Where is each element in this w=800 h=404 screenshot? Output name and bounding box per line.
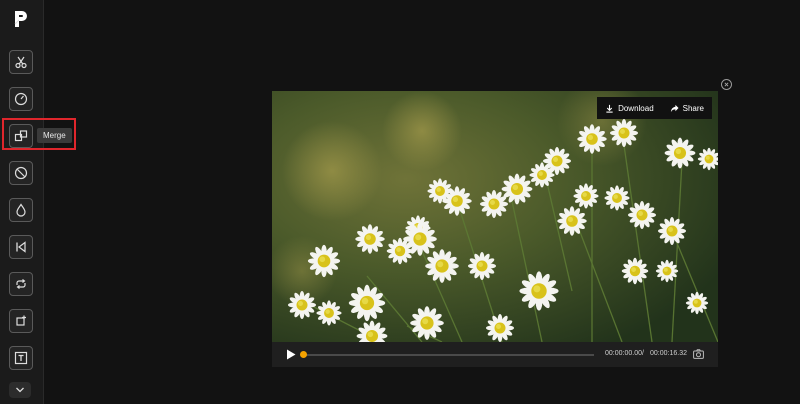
more-tools-button[interactable] — [9, 382, 31, 398]
download-icon — [606, 104, 613, 113]
share-label: Share — [682, 103, 704, 113]
app-logo-icon[interactable] — [10, 8, 32, 30]
crop-tool-button[interactable] — [9, 309, 33, 333]
close-button[interactable] — [721, 79, 732, 90]
player-controls: 00:00:00.00 / 00:00:16.32 — [272, 342, 718, 367]
video-frame[interactable] — [272, 91, 718, 342]
current-time: 00:00:00.00 — [605, 350, 642, 357]
chevron-down-icon — [16, 387, 24, 393]
player-action-bar: Download Share — [597, 97, 712, 119]
reverse-icon — [16, 241, 26, 253]
seek-bar-handle[interactable] — [300, 351, 307, 358]
camera-icon[interactable] — [693, 349, 704, 359]
text-tool-button[interactable] — [9, 346, 33, 370]
rotate-icon — [14, 166, 28, 180]
text-icon — [14, 351, 28, 365]
speed-tool-button[interactable] — [9, 87, 33, 111]
reverse-tool-button[interactable] — [9, 235, 33, 259]
drop-icon — [16, 203, 26, 217]
time-separator: / — [642, 350, 644, 357]
share-button[interactable]: Share — [666, 97, 708, 119]
download-label: Download — [618, 103, 654, 113]
scissors-icon — [15, 56, 27, 69]
loop-tool-button[interactable] — [9, 272, 33, 296]
seek-bar[interactable] — [300, 351, 594, 358]
loop-icon — [16, 279, 26, 289]
crop-icon — [16, 315, 26, 326]
cut-tool-button[interactable] — [9, 50, 33, 74]
play-icon[interactable] — [286, 349, 296, 360]
duration: 00:00:16.32 — [650, 350, 687, 357]
rotate-tool-button[interactable] — [9, 161, 33, 185]
merge-tooltip: Merge — [37, 128, 72, 143]
watermark-tool-button[interactable] — [9, 198, 33, 222]
share-icon — [670, 104, 679, 112]
speedometer-icon — [14, 92, 28, 106]
sidebar — [0, 0, 44, 404]
download-button[interactable]: Download — [601, 97, 658, 119]
video-player: Download Share 00:00:00.00 / 00:00:16.32 — [272, 91, 718, 367]
close-icon — [724, 82, 729, 87]
